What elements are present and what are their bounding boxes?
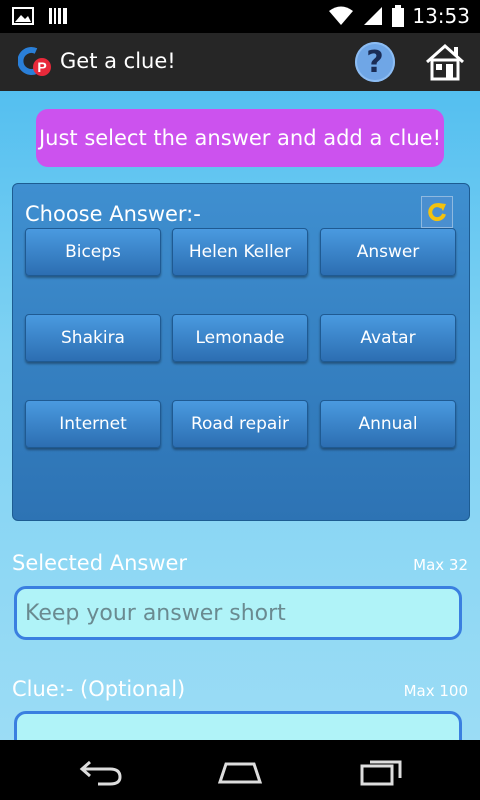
status-bar: 13:53 [0,0,480,33]
home-icon[interactable] [424,42,466,82]
clue-label: Clue:- (Optional) [12,677,186,701]
clue-max-label: Max 100 [403,682,468,700]
app-logo-icon: P [18,47,51,76]
instruction-banner: Just select the answer and add a clue! [36,109,444,167]
signal-icon [364,7,383,25]
clue-input[interactable] [14,711,462,740]
help-button[interactable]: ? [355,42,395,82]
selected-answer-label: Selected Answer [12,551,188,575]
answer-option-biceps[interactable]: Biceps [25,228,161,276]
navigation-bar [0,740,480,800]
answer-option-road-repair[interactable]: Road repair [172,400,308,448]
barcode-icon [49,8,67,24]
answer-option-lemonade[interactable]: Lemonade [172,314,308,362]
refresh-icon [428,203,446,222]
answer-option-avatar[interactable]: Avatar [320,314,456,362]
choose-answer-label: Choose Answer:- [25,202,201,226]
answer-panel: Choose Answer:- Biceps Helen Keller Answ… [12,183,470,521]
svg-text:P: P [37,59,46,75]
main-content: Just select the answer and add a clue! C… [0,91,480,740]
answer-option-shakira[interactable]: Shakira [25,314,161,362]
answer-option-answer[interactable]: Answer [320,228,456,276]
answer-option-annual[interactable]: Annual [320,400,456,448]
action-bar: P Get a clue! ? [0,33,480,91]
refresh-button[interactable] [421,196,453,228]
battery-icon [392,5,405,27]
help-icon: ? [366,44,384,80]
wifi-icon [329,6,354,25]
status-time: 13:53 [412,4,470,28]
back-icon[interactable] [76,756,124,786]
image-icon [12,7,34,25]
answer-max-label: Max 32 [413,556,468,574]
selected-answer-input[interactable] [14,586,462,640]
app-title: Get a clue! [60,49,176,73]
answer-option-internet[interactable]: Internet [25,400,161,448]
home-nav-icon[interactable] [216,756,264,786]
answer-option-helen-keller[interactable]: Helen Keller [172,228,308,276]
recents-icon[interactable] [358,756,406,786]
